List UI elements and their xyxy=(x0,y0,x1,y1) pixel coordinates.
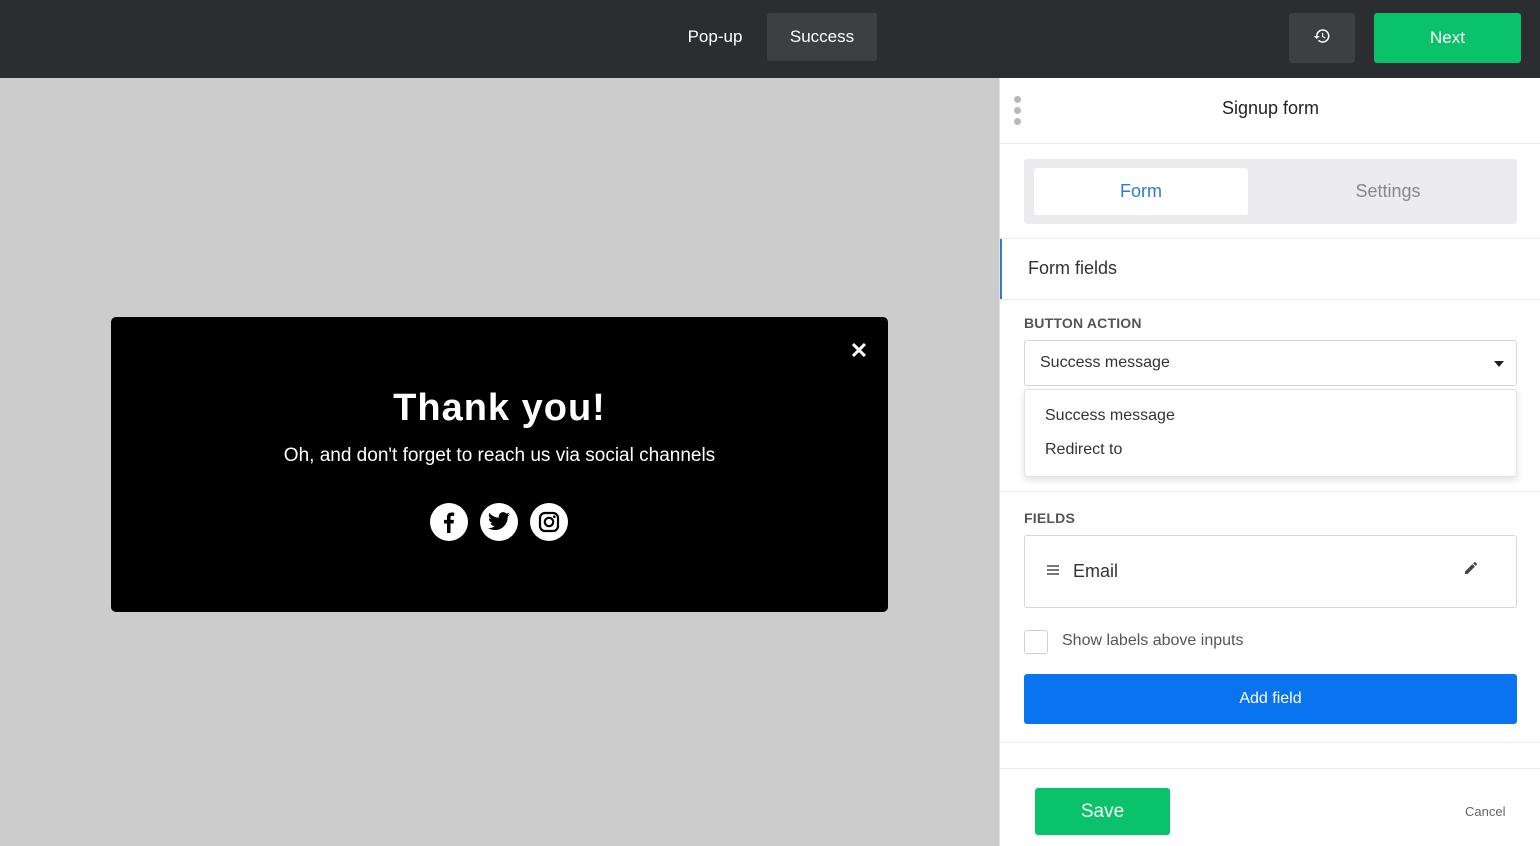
button-action-select[interactable]: Success message xyxy=(1024,340,1517,386)
field-name: Email xyxy=(1073,561,1119,581)
dropdown-option-success-message[interactable]: Success message xyxy=(1045,407,1175,425)
button-action-dropdown: Success message Redirect to xyxy=(1024,389,1517,477)
button-action-value: Success message xyxy=(1040,354,1170,371)
tab-popup[interactable]: Pop-up xyxy=(669,13,761,61)
divider xyxy=(1000,299,1540,300)
signup-form-panel: Signup form Form Settings Form fields BU… xyxy=(999,78,1540,846)
history-icon xyxy=(1313,27,1331,50)
instagram-icon[interactable] xyxy=(530,503,568,541)
panel-footer: Save Cancel xyxy=(1000,768,1540,846)
save-button[interactable]: Save xyxy=(1035,788,1170,835)
cancel-button[interactable]: Cancel xyxy=(1465,804,1505,819)
preview-canvas: ✕ Thank you! Oh, and don't forget to rea… xyxy=(0,78,999,846)
social-links xyxy=(430,503,568,541)
divider xyxy=(1000,143,1540,144)
tab-settings[interactable]: Settings xyxy=(1278,168,1498,215)
button-action-label: BUTTON ACTION xyxy=(1024,315,1142,331)
divider xyxy=(1000,491,1540,492)
popup-subtitle: Oh, and don't forget to reach us via soc… xyxy=(283,445,716,466)
form-fields-label: Form fields xyxy=(1028,258,1118,278)
history-button[interactable] xyxy=(1289,13,1355,63)
show-labels-label: Show labels above inputs xyxy=(1062,632,1244,649)
add-field-button[interactable]: Add field xyxy=(1024,674,1517,724)
panel-tabs: Form Settings xyxy=(1024,159,1517,224)
popup-title: Thank you! xyxy=(393,387,606,429)
success-popup: ✕ Thank you! Oh, and don't forget to rea… xyxy=(111,317,888,612)
show-labels-checkbox[interactable] xyxy=(1024,630,1048,654)
caret-down-icon xyxy=(1494,361,1504,367)
fields-label: FIELDS xyxy=(1024,510,1075,526)
edit-pencil-icon[interactable] xyxy=(1464,561,1480,577)
drag-handle-icon[interactable] xyxy=(1047,565,1059,577)
facebook-icon[interactable] xyxy=(430,503,468,541)
field-item-email[interactable]: Email xyxy=(1024,535,1517,608)
divider xyxy=(1000,742,1540,743)
panel-title: Signup form xyxy=(1221,98,1320,118)
form-fields-section[interactable]: Form fields xyxy=(1000,239,1540,299)
close-icon[interactable]: ✕ xyxy=(847,339,871,363)
top-bar: Pop-up Success Next xyxy=(0,0,1540,78)
tab-success[interactable]: Success xyxy=(767,13,877,61)
tab-form[interactable]: Form xyxy=(1034,168,1248,215)
dropdown-option-redirect-to[interactable]: Redirect to xyxy=(1045,441,1122,459)
twitter-icon[interactable] xyxy=(480,503,518,541)
next-button[interactable]: Next xyxy=(1374,13,1521,63)
